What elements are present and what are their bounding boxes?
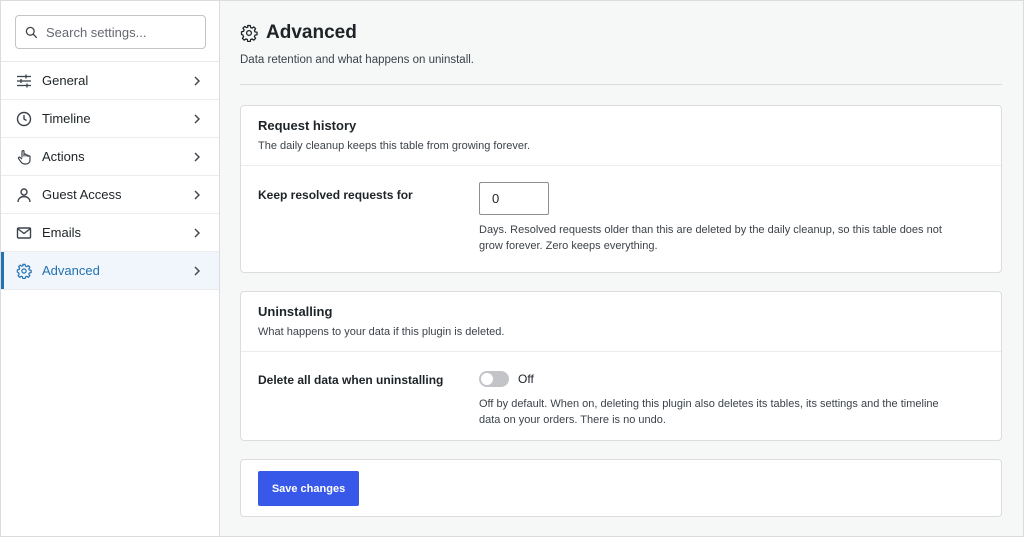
sidebar-item-label: General [42,73,89,88]
chevron-right-icon [194,190,200,199]
search-area [1,1,219,62]
search-box[interactable] [15,15,206,49]
sidebar-item-timeline[interactable]: Timeline [1,100,219,138]
toggle-row: Off [479,369,984,389]
sidebar-item-emails[interactable]: Emails [1,214,219,252]
help-text: Off by default. When on, deleting this p… [479,396,969,428]
delete-data-toggle[interactable] [479,371,509,387]
field-control: Off Off by default. When on, deleting th… [479,369,984,428]
uninstalling-card: Uninstalling What happens to your data i… [240,291,1002,441]
toggle-state-label: Off [518,372,534,386]
clock-icon [16,111,32,127]
user-icon [16,187,32,203]
sidebar-item-guest-access[interactable]: Guest Access [1,176,219,214]
card-subtitle: The daily cleanup keeps this table from … [258,140,531,152]
help-text: Days. Resolved requests older than this … [479,222,969,254]
card-header: Uninstalling What happens to your data i… [241,292,1001,352]
help-text-line: Days. Resolved requests older than this … [479,224,942,236]
card-title: Uninstalling [258,304,333,319]
sidebar-item-label: Advanced [42,263,100,278]
sidebar-item-label: Emails [42,225,82,240]
chevron-right-icon [194,76,200,85]
settings-window: General Timeline Actions [0,0,1024,537]
setting-row: Delete all data when uninstalling Off Of… [241,352,1001,428]
search-icon [25,26,38,38]
hand-pointer-icon [16,149,32,165]
help-text-line: data on your orders. There is no undo. [479,414,666,426]
card-subtitle: What happens to your data if this plugin… [258,326,505,338]
chevron-right-icon [194,114,200,123]
save-button[interactable]: Save changes [258,471,359,506]
page-title: Advanced [266,22,357,43]
search-input[interactable] [46,24,196,40]
retention-days-input[interactable] [479,182,549,215]
sidebar-item-advanced[interactable]: Advanced [1,252,219,290]
chevron-right-icon [194,228,200,237]
help-text-line: grow forever. Zero keeps everything. [479,240,658,252]
sidebar: General Timeline Actions [1,1,220,536]
field-label: Keep resolved requests for [258,188,413,202]
page-header: Advanced [240,1,1002,44]
envelope-icon [16,225,32,241]
gear-icon [16,263,32,279]
divider [240,84,1002,85]
sidebar-item-general[interactable]: General [1,62,219,100]
save-card: Save changes [240,459,1002,517]
chevron-right-icon [194,152,200,161]
main-content: Advanced Data retention and what happens… [220,1,1023,536]
help-text-line: Off by default. When on, deleting this p… [479,398,939,410]
chevron-right-icon [194,266,200,275]
sliders-icon [16,73,32,89]
gear-icon [240,24,258,42]
sidebar-item-actions[interactable]: Actions [1,138,219,176]
field-label: Delete all data when uninstalling [258,373,444,387]
sidebar-item-label: Timeline [42,111,91,126]
field-control: Days. Resolved requests older than this … [479,182,984,254]
card-header: Request history The daily cleanup keeps … [241,106,1001,166]
card-title: Request history [258,118,357,133]
page-description: Data retention and what happens on unins… [240,54,474,66]
setting-row: Keep resolved requests for Days. Resolve… [241,166,1001,254]
toggle-knob [481,373,493,385]
sidebar-item-label: Guest Access [42,187,122,202]
sidebar-item-label: Actions [42,149,85,164]
request-history-card: Request history The daily cleanup keeps … [240,105,1002,273]
